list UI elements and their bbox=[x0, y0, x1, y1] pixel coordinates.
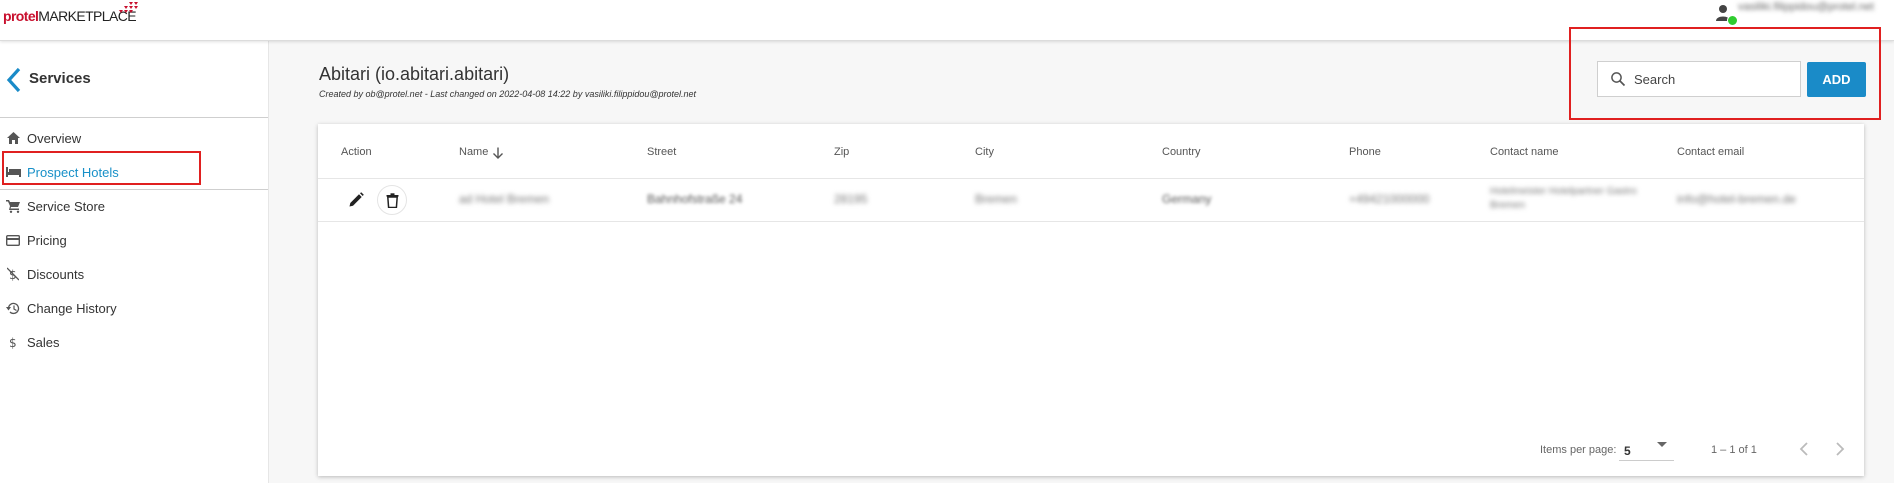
add-button[interactable]: ADD bbox=[1807, 62, 1866, 97]
history-icon bbox=[5, 300, 21, 316]
sidebar-item-label: Discounts bbox=[27, 266, 85, 282]
cell-contact-name: Hotelmeister Hotelpartner Gastro bbox=[1490, 186, 1637, 197]
chevron-down-icon bbox=[1657, 442, 1667, 447]
page-subtitle: Created by ob@protel.net - Last changed … bbox=[319, 89, 697, 99]
column-header-zip[interactable]: Zip bbox=[834, 146, 849, 158]
column-header-contact-email[interactable]: Contact email bbox=[1677, 146, 1744, 158]
table-header: Action Name Street Zip City Country Phon… bbox=[318, 124, 1864, 179]
sidebar-item-label: Service Store bbox=[27, 198, 106, 214]
cell-name: ad Hotel Bremen bbox=[459, 192, 550, 206]
sidebar-item-label: Overview bbox=[27, 130, 82, 146]
delete-button[interactable] bbox=[377, 185, 407, 215]
cell-zip: 28195 bbox=[834, 192, 868, 206]
search-input[interactable] bbox=[1632, 70, 1786, 88]
items-per-page-select[interactable]: 5 bbox=[1619, 429, 1674, 461]
sidebar-header: Services bbox=[0, 41, 268, 118]
user-email: vasiliki.filippidou@protel.net bbox=[1738, 2, 1874, 13]
trash-icon bbox=[386, 192, 398, 208]
items-per-page-value: 5 bbox=[1624, 444, 1631, 458]
column-header-name[interactable]: Name bbox=[459, 146, 488, 158]
top-bar: protelMARKETPLACE vasiliki.filippidou@pr… bbox=[0, 0, 1894, 41]
next-page-icon[interactable] bbox=[1832, 440, 1848, 458]
hotel-bed-icon bbox=[5, 164, 21, 180]
pagination-range: 1 – 1 of 1 bbox=[1711, 444, 1757, 456]
column-header-contact-name[interactable]: Contact name bbox=[1490, 146, 1558, 158]
sidebar-item-overview[interactable]: Overview bbox=[0, 121, 268, 155]
sidebar-item-discounts[interactable]: $ Discounts bbox=[0, 257, 268, 291]
cell-city: Bremen bbox=[975, 192, 1018, 206]
cell-contact-email: info@hotel-bremen.de bbox=[1677, 192, 1796, 206]
items-per-page-label: Items per page: bbox=[1540, 444, 1617, 456]
sidebar-item-label: Sales bbox=[27, 334, 60, 350]
chevron-left-icon[interactable] bbox=[6, 67, 22, 93]
sidebar-item-change-history[interactable]: Change History bbox=[0, 291, 268, 325]
sidebar-item-sales[interactable]: $ Sales bbox=[0, 325, 268, 359]
cell-phone: +49421000000 bbox=[1349, 192, 1430, 206]
sidebar-item-service-store[interactable]: Service Store bbox=[0, 189, 268, 223]
user-menu[interactable]: vasiliki.filippidou@protel.net bbox=[1716, 2, 1894, 26]
dollar-icon: $ bbox=[5, 334, 21, 350]
online-status-dot bbox=[1727, 15, 1738, 26]
sidebar-item-prospect-hotels[interactable]: Prospect Hotels bbox=[0, 155, 268, 190]
column-header-city[interactable]: City bbox=[975, 146, 994, 158]
sidebar-item-label: Change History bbox=[27, 300, 117, 316]
cart-icon bbox=[5, 198, 21, 214]
cell-country: Germany bbox=[1162, 192, 1212, 206]
logo-triangles-icon bbox=[119, 2, 138, 13]
pencil-icon bbox=[349, 192, 364, 207]
search-icon bbox=[1611, 72, 1626, 87]
sidebar: Services Overview Prospect Hotels Servic… bbox=[0, 41, 269, 483]
column-header-country[interactable]: Country bbox=[1162, 146, 1201, 158]
home-icon bbox=[5, 130, 21, 146]
sidebar-title: Services bbox=[29, 70, 91, 87]
sidebar-item-label: Prospect Hotels bbox=[27, 164, 119, 180]
cell-street: Bahnhofstraße 24 bbox=[647, 192, 743, 206]
column-header-action: Action bbox=[341, 146, 372, 158]
column-header-phone[interactable]: Phone bbox=[1349, 146, 1381, 158]
sidebar-item-label: Pricing bbox=[27, 232, 67, 248]
search-field[interactable] bbox=[1597, 61, 1801, 97]
previous-page-icon[interactable] bbox=[1796, 440, 1812, 458]
column-header-street[interactable]: Street bbox=[647, 146, 676, 158]
sidebar-item-pricing[interactable]: Pricing bbox=[0, 223, 268, 257]
cell-contact-name-line2: Bremen bbox=[1490, 200, 1526, 211]
credit-card-icon bbox=[5, 232, 21, 248]
table-row[interactable]: ad Hotel Bremen Bahnhofstraße 24 28195 B… bbox=[318, 179, 1864, 222]
edit-button[interactable] bbox=[341, 185, 371, 215]
prospect-hotels-table: Action Name Street Zip City Country Phon… bbox=[318, 124, 1864, 476]
sort-arrow-down-icon[interactable] bbox=[492, 147, 504, 159]
svg-text:$: $ bbox=[9, 336, 17, 349]
money-off-icon: $ bbox=[5, 266, 21, 282]
page-title: Abitari (io.abitari.abitari) bbox=[319, 64, 510, 84]
